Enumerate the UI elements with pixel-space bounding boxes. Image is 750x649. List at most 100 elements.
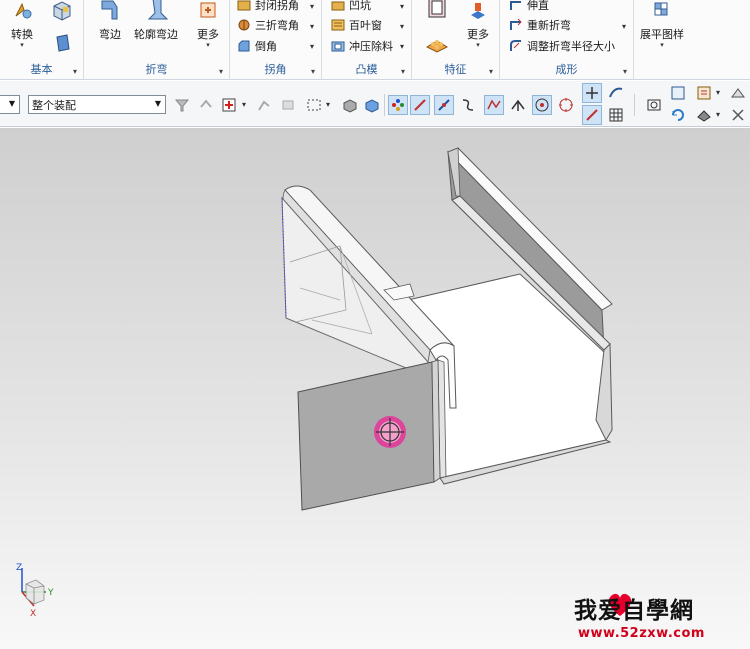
point-on-curve-icon[interactable] <box>582 83 602 103</box>
more-icon <box>194 0 222 24</box>
ribbon-group-form: 伸直 重新折弯 调整折弯半径大小 ▾ 成形 ▾ <box>500 0 634 80</box>
quadrant-point-icon[interactable] <box>556 95 576 115</box>
triad-y-label: Y <box>47 588 54 598</box>
endpoint-icon[interactable] <box>410 95 430 115</box>
unbend-item[interactable]: 伸直 <box>508 0 549 15</box>
flat-pattern-icon <box>648 0 676 24</box>
bounded-grid-icon[interactable] <box>606 83 626 103</box>
punch-dropdown-icon[interactable]: ▾ <box>400 2 404 11</box>
clip-section-icon[interactable] <box>728 105 748 125</box>
center-marker-icon <box>374 416 406 448</box>
control-point-icon[interactable] <box>484 95 504 115</box>
triad-x-label: X <box>30 609 36 619</box>
group-expand-icon[interactable]: ▾ <box>489 67 493 76</box>
render-dropdown-icon[interactable]: ▾ <box>716 110 720 119</box>
graphics-viewport[interactable]: Z Y X 我爱自學網 www.52zxw.com <box>0 128 750 649</box>
rebend-icon <box>508 17 524 33</box>
render-style-icon[interactable] <box>694 105 714 125</box>
chamfer-item[interactable]: 倒角 <box>236 36 277 56</box>
louver-item[interactable]: 百叶窗 <box>330 15 382 35</box>
corner-dropdown-icon-2[interactable]: ▾ <box>310 22 314 31</box>
orient-view-icon[interactable] <box>694 83 714 103</box>
group-expand-icon[interactable]: ▾ <box>311 67 315 76</box>
resize-bend-radius-icon <box>508 38 524 54</box>
chevron-down-icon: ▼ <box>154 99 161 108</box>
ribbon-group-punch: 凹坑 百叶窗 冲压除料 ▾ ▾ ▾ 凸模 ▾ <box>322 0 412 80</box>
group-expand-icon[interactable]: ▾ <box>623 67 627 76</box>
feature-more-button[interactable]: 更多 ▾ <box>464 0 492 49</box>
sheet-metal-model[interactable]: Z Y X <box>0 128 750 649</box>
flat-pattern-button[interactable]: 展平图样 ▾ <box>640 0 684 49</box>
watermark-logo-text: 我爱自學網 <box>574 597 694 624</box>
edit-section-icon[interactable] <box>728 83 748 103</box>
midpoint-icon[interactable] <box>434 95 454 115</box>
face-rule-icon[interactable] <box>278 95 298 115</box>
curve-point-icon[interactable] <box>458 95 478 115</box>
convert-icon <box>8 0 36 24</box>
bend-more-button[interactable]: 更多 ▾ <box>194 0 222 49</box>
corner-dropdown-icon[interactable]: ▾ <box>310 2 314 11</box>
closed-corner-item[interactable]: 封闭拐角 <box>236 0 299 15</box>
punch-dropdown-icon-3[interactable]: ▾ <box>400 42 404 51</box>
three-bend-corner-item[interactable]: 三折弯角 <box>236 15 299 35</box>
selection-toolbar: ▼ 整个装配 ▼ ▾ ▾ ▾ ▾ <box>0 81 750 127</box>
orient-dropdown-icon[interactable]: ▾ <box>716 88 720 97</box>
form-dropdown-icon[interactable]: ▾ <box>622 22 626 31</box>
view-triad[interactable]: Z Y X <box>16 563 54 619</box>
group-expand-icon[interactable]: ▾ <box>401 67 405 76</box>
filter-icon[interactable] <box>172 95 192 115</box>
snap-all-points-icon[interactable] <box>388 95 408 115</box>
flange-icon <box>96 0 124 24</box>
type-filter-select[interactable]: ▼ <box>0 95 20 114</box>
ribbon: 转换 ▾ 基本 ▾ 弯边 轮廓弯边 更多 ▾ 折弯 ▾ 封闭拐角 三折弯角 倒角… <box>0 0 750 80</box>
triad-z-label: Z <box>16 563 22 573</box>
dimple-item[interactable]: 凹坑 <box>330 0 371 15</box>
intersection-icon[interactable] <box>508 95 528 115</box>
corner-dropdown-icon-3[interactable]: ▾ <box>310 42 314 51</box>
wireframe-shade-icon[interactable] <box>340 95 360 115</box>
louver-icon <box>330 17 346 33</box>
contour-flange-icon <box>142 0 170 24</box>
rectangle-select-icon[interactable] <box>304 95 324 115</box>
three-bend-corner-icon <box>236 17 252 33</box>
punch-dropdown-icon-2[interactable]: ▾ <box>400 22 404 31</box>
drawn-cutout-item[interactable]: 冲压除料 <box>330 36 393 56</box>
drawn-cutout-icon <box>330 38 346 54</box>
rotate-view-icon[interactable] <box>668 105 688 125</box>
unbend-icon <box>508 0 524 13</box>
ribbon-group-basic: 转换 ▾ 基本 ▾ <box>0 0 84 80</box>
contour-flange-button[interactable]: 轮廓弯边 <box>134 0 178 42</box>
dimple-icon <box>330 0 346 13</box>
ribbon-group-feature: 更多 ▾ 特征 ▾ <box>412 0 500 80</box>
reset-filter-icon[interactable] <box>196 95 216 115</box>
curve-rule-icon[interactable] <box>254 95 274 115</box>
rebend-item[interactable]: 重新折弯 <box>508 15 571 35</box>
view-layout-icon[interactable] <box>668 83 688 103</box>
point-on-surface-icon[interactable] <box>582 105 602 125</box>
pegs-icon <box>425 40 449 53</box>
solid-body-button[interactable] <box>50 0 74 22</box>
sheet-icon <box>56 34 70 52</box>
more-icon <box>464 0 492 24</box>
fit-view-icon[interactable] <box>644 95 664 115</box>
group-expand-icon[interactable]: ▾ <box>73 67 77 76</box>
selection-scope-select[interactable]: 整个装配 ▼ <box>28 95 166 114</box>
shaded-icon[interactable] <box>362 95 382 115</box>
chamfer-icon <box>236 38 252 54</box>
ribbon-group-corner: 封闭拐角 三折弯角 倒角 ▾ ▾ ▾ 拐角 ▾ <box>230 0 322 80</box>
flange-button[interactable]: 弯边 <box>96 0 124 42</box>
solid-punch-button[interactable] <box>424 0 450 22</box>
group-expand-icon[interactable]: ▾ <box>219 67 223 76</box>
cube-icon <box>53 1 71 21</box>
snap-dropdown-icon[interactable]: ▾ <box>242 100 246 109</box>
arc-center-icon[interactable] <box>532 95 552 115</box>
convert-button[interactable]: 转换 ▾ <box>8 0 36 49</box>
sheet-body-button[interactable] <box>52 32 74 54</box>
resize-bend-radius-item[interactable]: 调整折弯半径大小 <box>508 36 615 56</box>
select-mode-dropdown-icon[interactable]: ▾ <box>326 100 330 109</box>
snap-point-icon[interactable] <box>219 95 239 115</box>
gusset-button[interactable] <box>424 32 450 54</box>
box-frame-icon <box>428 0 446 18</box>
grid-icon[interactable] <box>606 105 626 125</box>
watermark-url: www.52zxw.com <box>578 626 705 641</box>
